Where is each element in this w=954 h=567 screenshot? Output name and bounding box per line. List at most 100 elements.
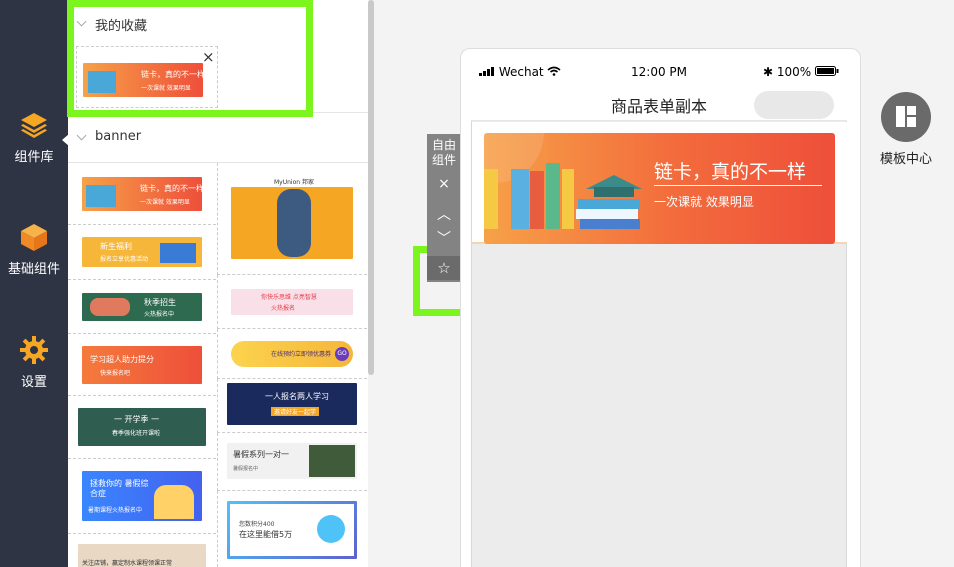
book-spine: [484, 169, 498, 229]
banner-template-tile[interactable]: 一 开学季 一 春季强化班开课啦: [68, 396, 216, 459]
banner-template-tile[interactable]: 在线预约立即领优惠券 GO: [217, 329, 367, 379]
thumbnail-sub-text: 快来报名吧: [100, 370, 131, 377]
banner-thumbnail: 学习超人助力提分 快来报名吧: [82, 346, 202, 384]
favorite-item[interactable]: 链卡，真的不一样 一次课就 效果明显: [76, 46, 218, 108]
banner-template-tile[interactable]: 暑假系列一对一 暑假报名中: [217, 433, 367, 491]
kids-image: [90, 298, 130, 316]
banner-section-header[interactable]: banner: [68, 114, 368, 162]
banner-divider: [654, 185, 822, 186]
nav-item-label: 基础组件: [7, 262, 60, 277]
banner-thumbnail: [231, 187, 353, 259]
banner-template-tile[interactable]: MyUnion 邦家: [217, 163, 367, 275]
banner-template-tile[interactable]: 一人报名两人学习 邀请好友一起学: [217, 379, 367, 433]
banner-template-tile[interactable]: 拯救你的 暑假综合症 暑期课程火热报名中: [68, 459, 216, 534]
mini-program-navbar: 商品表单副本: [471, 85, 847, 121]
banner-thumbnail: 拯救你的 暑假综合症 暑期课程火热报名中: [82, 471, 202, 521]
books-image: [88, 71, 116, 93]
books-image: [160, 243, 196, 263]
book-image: [309, 445, 355, 477]
active-nav-caret: [62, 134, 69, 146]
grid-icon: [896, 106, 916, 127]
nav-item-basic-components[interactable]: 基础组件: [0, 222, 68, 277]
favorite-star-icon[interactable]: ☆: [427, 256, 461, 280]
banner-sub-text: 一次课就 效果明显: [654, 195, 754, 209]
template-center-button[interactable]: 模板中心: [870, 92, 942, 167]
thumbnail-main-text: 拯救你的 暑假综合症: [90, 479, 149, 498]
nav-item-settings[interactable]: 设置: [0, 335, 68, 390]
go-badge: GO: [335, 347, 349, 361]
status-right: ✱ 100%: [763, 65, 839, 79]
coin-image: [317, 515, 345, 543]
thumbnail-main-text: 你快乐思维 点亮智慧: [261, 294, 317, 301]
free-component-label: 自由组件: [431, 138, 456, 167]
thumbnail-sub-text: 一次课就 效果明显: [141, 85, 191, 92]
flower-image: [277, 189, 311, 257]
banner-template-tile[interactable]: 秋季招生 火热报名中: [68, 280, 216, 334]
banner-template-tile[interactable]: 学习超人助力提分 快来报名吧: [68, 334, 216, 396]
nav-item-component-library[interactable]: 组件库: [0, 110, 68, 165]
banner-thumbnail: 关注店铺，赢定制水课程领课正常: [78, 544, 206, 567]
move-up-chevron-icon[interactable]: ︿: [427, 204, 461, 224]
banner-thumbnail: 在线预约立即领优惠券 GO: [231, 341, 353, 367]
nav-item-label: 组件库: [14, 150, 54, 165]
thumbnail-sub-text: 邀请好友一起学: [271, 407, 320, 416]
thumbnail-sub-text: 春季强化班开课啦: [112, 430, 161, 437]
menu-capsule[interactable]: [754, 91, 834, 119]
bluetooth-icon: ✱: [762, 65, 774, 79]
template-center-icon: [881, 92, 931, 142]
banner-template-tile[interactable]: 关注店铺，赢定制水课程领课正常: [68, 534, 216, 567]
thumbnail-main-text: 暑假系列一对一: [233, 450, 289, 459]
thumbnail-sub-text: 在这里能借5万: [239, 530, 293, 539]
move-down-chevron-icon[interactable]: ﹀: [427, 228, 461, 248]
banner-thumbnail: 暑假系列一对一 暑假报名中: [227, 443, 357, 479]
battery-percent: 100%: [776, 65, 812, 79]
component-panel: 我的收藏 链卡，真的不一样 一次课就 效果明显 × banner 链卡，真的不一…: [68, 0, 368, 567]
thumbnail-main-text: 关注店铺，赢定制水课程领课正常: [82, 560, 173, 567]
book-spine: [546, 163, 560, 229]
thumbnail-main-text: 您数积分400: [239, 521, 275, 528]
thumbnail-sub-text: 火热报名: [271, 305, 296, 312]
thumbnail-main-text: 一人报名两人学习: [265, 392, 329, 401]
book-spine: [511, 169, 529, 229]
thumbnail-sub-text: 报名立享优惠活动: [100, 256, 149, 263]
books-image: [86, 185, 116, 207]
thumbnail-main-text: 秋季招生: [144, 298, 176, 307]
delete-component-close-icon[interactable]: ×: [427, 176, 461, 192]
thumbnail-main-text: 新生福利: [100, 242, 132, 251]
panel-scrollbar[interactable]: [368, 0, 374, 375]
thumbnail-main-text: 一 开学季 一: [114, 415, 160, 424]
banner-template-tile[interactable]: 新生福利 报名立享优惠活动: [68, 225, 216, 280]
banner-template-tile[interactable]: 链卡，真的不一样 一次课就 效果明显: [68, 163, 216, 225]
banner-section-title: banner: [95, 129, 142, 144]
banner-thumbnail: 秋季招生 火热报名中: [82, 293, 202, 321]
layers-icon: [21, 113, 47, 138]
banner-template-tile[interactable]: 您数积分400 在这里能借5万: [217, 491, 367, 567]
cube-icon: [21, 224, 47, 251]
favorites-title: 我的收藏: [95, 19, 148, 34]
nav-item-label: 设置: [20, 375, 47, 390]
banner-image[interactable]: 链卡，真的不一样 一次课就 效果明显: [484, 133, 835, 244]
battery-icon: [815, 66, 839, 76]
thumbnail-main-text: 在线预约立即领优惠券: [271, 351, 332, 358]
favorites-section-header[interactable]: 我的收藏: [68, 0, 368, 48]
banner-thumbnail: 链卡，真的不一样 一次课就 效果明显: [82, 177, 202, 211]
remove-favorite-close-icon[interactable]: ×: [202, 50, 215, 65]
thumbnail-sub-text: 暑期课程火热报名中: [88, 507, 143, 514]
banner-thumbnail: 你快乐思维 点亮智慧 火热报名: [231, 289, 353, 315]
thumbnail-main-text: MyUnion 邦家: [274, 179, 314, 186]
chevron-down-icon: [76, 130, 87, 141]
free-component-toolbar: 自由组件 × ︿ ﹀ ☆: [427, 134, 461, 282]
thumbnail-main-text: 链卡，真的不一样: [140, 184, 202, 193]
banner-main-text: 链卡，真的不一样: [654, 161, 807, 183]
thumbnail-sub-text: 火热报名中: [144, 311, 175, 318]
banner-thumbnail: 一 开学季 一 春季强化班开课啦: [78, 408, 206, 446]
thumbnail-sub-text: 一次课就 效果明显: [140, 199, 190, 206]
book-spine: [530, 171, 544, 229]
kids-image: [154, 485, 194, 519]
template-center-label: 模板中心: [879, 152, 932, 167]
book-stack: [580, 219, 640, 229]
banner-template-tile[interactable]: 你快乐思维 点亮智慧 火热报名: [217, 275, 367, 329]
left-nav: 组件库 基础组件 设置: [0, 0, 68, 567]
banner-thumbnail: 您数积分400 在这里能借5万: [227, 501, 357, 559]
banner-thumbnail: 新生福利 报名立享优惠活动: [82, 237, 202, 267]
